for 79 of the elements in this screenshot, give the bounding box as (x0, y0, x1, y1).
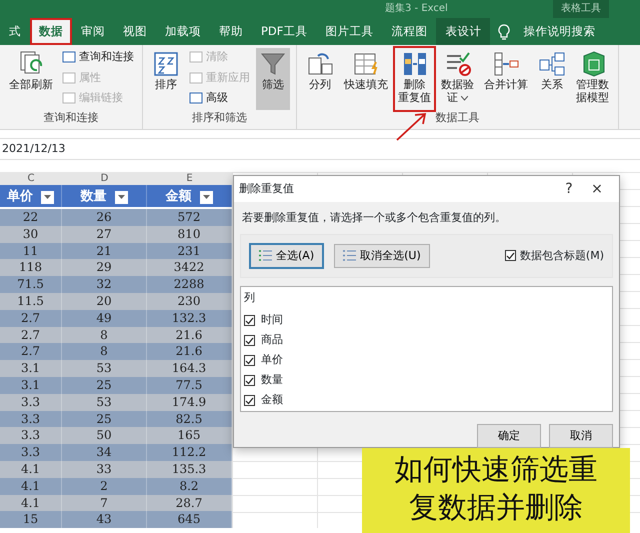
ribbon-button[interactable]: 快速填充 (341, 48, 391, 110)
ribbon-tab[interactable]: 帮助 (210, 18, 252, 45)
filter-dropdown-button[interactable] (41, 190, 54, 204)
ribbon-small-button[interactable]: 高级 (187, 89, 252, 108)
command-icon (62, 51, 76, 64)
cancel-button[interactable]: 取消 (549, 424, 613, 448)
sort-icon (152, 50, 180, 78)
table-header: 金额 (166, 188, 192, 206)
column-label: 时间 (261, 312, 283, 328)
ribbon-group-label: 数据工具 (436, 110, 480, 126)
ribbon-button[interactable]: 合并计算 (481, 48, 531, 110)
ribbon-button[interactable]: 管理数 据模型 (573, 48, 612, 110)
caption-text: 复数据并删除 (409, 489, 583, 526)
ribbon-tab[interactable]: 数据 (30, 18, 72, 45)
ribbon-button[interactable]: 数据验 证 (438, 48, 477, 110)
column-label: 金额 (261, 392, 283, 408)
command-icon (189, 72, 203, 84)
filter-dropdown-button[interactable] (200, 190, 212, 204)
context-tab-title: 表格工具 (552, 0, 609, 18)
help-button[interactable]: ? (555, 178, 583, 200)
list-header: 列 (244, 290, 256, 306)
column-header[interactable]: E (147, 172, 232, 185)
caret-icon (44, 195, 51, 199)
column-header[interactable]: D (62, 172, 147, 185)
ribbon-tab[interactable]: 式 (0, 18, 30, 45)
table-cell: 15 (0, 511, 62, 528)
table-header: 单价 (7, 188, 33, 206)
filter-dropdown-button[interactable] (114, 190, 128, 204)
list-icon (259, 250, 272, 262)
ribbon-group-label: 查询和连接 (44, 110, 98, 126)
checkbox-label: 数据包含标题(M) (520, 248, 604, 264)
ribbon-button[interactable]: 删除 重复值 (395, 48, 434, 110)
command-icon (189, 51, 203, 64)
unselect-all-button[interactable]: 取消全选(U) (334, 244, 430, 268)
tell-me-search[interactable]: 操作说明搜索 (514, 22, 604, 40)
annotation-arrow (395, 110, 429, 142)
command-icon (189, 92, 203, 104)
window-title: 题集3 - Excel (385, 2, 448, 16)
ribbon-tab[interactable]: 图片工具 (316, 18, 382, 45)
command-icon (62, 92, 76, 104)
checkbox[interactable] (244, 375, 255, 386)
ribbon-button[interactable]: 关系 (535, 48, 569, 110)
checkbox[interactable] (504, 250, 516, 262)
column-label: 单价 (261, 352, 283, 368)
ribbon-tab[interactable]: 表设计 (436, 18, 490, 45)
column-header[interactable]: C (0, 172, 62, 185)
lightbulb-icon (498, 24, 510, 40)
ribbon-button[interactable]: 全部刷新 (6, 48, 56, 110)
select-all-button[interactable]: 全选(A) (249, 242, 324, 269)
ribbon-group-label: 排序和筛选 (192, 110, 247, 126)
table-header: 数量 (80, 188, 106, 206)
caret-icon (118, 195, 124, 199)
merge-icon (492, 50, 520, 78)
checkbox[interactable] (244, 395, 255, 406)
ribbon-button[interactable]: 筛选 (256, 48, 290, 110)
formula-bar-value[interactable]: 2021/12/13 (0, 138, 640, 160)
ok-button[interactable]: 确定 (477, 424, 541, 448)
close-button[interactable]: × (583, 178, 611, 200)
list-icon (343, 250, 356, 262)
dialog-title: 删除重复值 (239, 180, 295, 197)
column-label: 数量 (261, 372, 283, 388)
checkbox[interactable] (244, 315, 255, 326)
ribbon-button[interactable]: 分列 (303, 48, 337, 110)
command-icon (62, 72, 76, 84)
caret-icon (202, 195, 210, 199)
ribbon-button[interactable]: 排序 (149, 48, 183, 110)
instruction-text: 若要删除重复值，请选择一个或多个包含重复值的列。 (241, 210, 507, 226)
ribbon-small-button[interactable]: 查询和连接 (60, 48, 136, 66)
checkbox[interactable] (244, 355, 255, 366)
ribbon-tab[interactable]: 加载项 (156, 18, 210, 45)
ribbon-tab[interactable]: PDF工具 (252, 18, 316, 45)
caption-text: 如何快速筛选重 (394, 451, 598, 488)
checkbox[interactable] (244, 335, 255, 346)
relation-icon (538, 50, 566, 78)
column-label: 商品 (261, 332, 283, 348)
table-cell: 43 (62, 511, 147, 528)
ribbon-tab[interactable]: 视图 (114, 18, 156, 45)
ribbon-tab[interactable]: 流程图 (382, 18, 436, 45)
ribbon-tab[interactable]: 审阅 (72, 18, 114, 45)
